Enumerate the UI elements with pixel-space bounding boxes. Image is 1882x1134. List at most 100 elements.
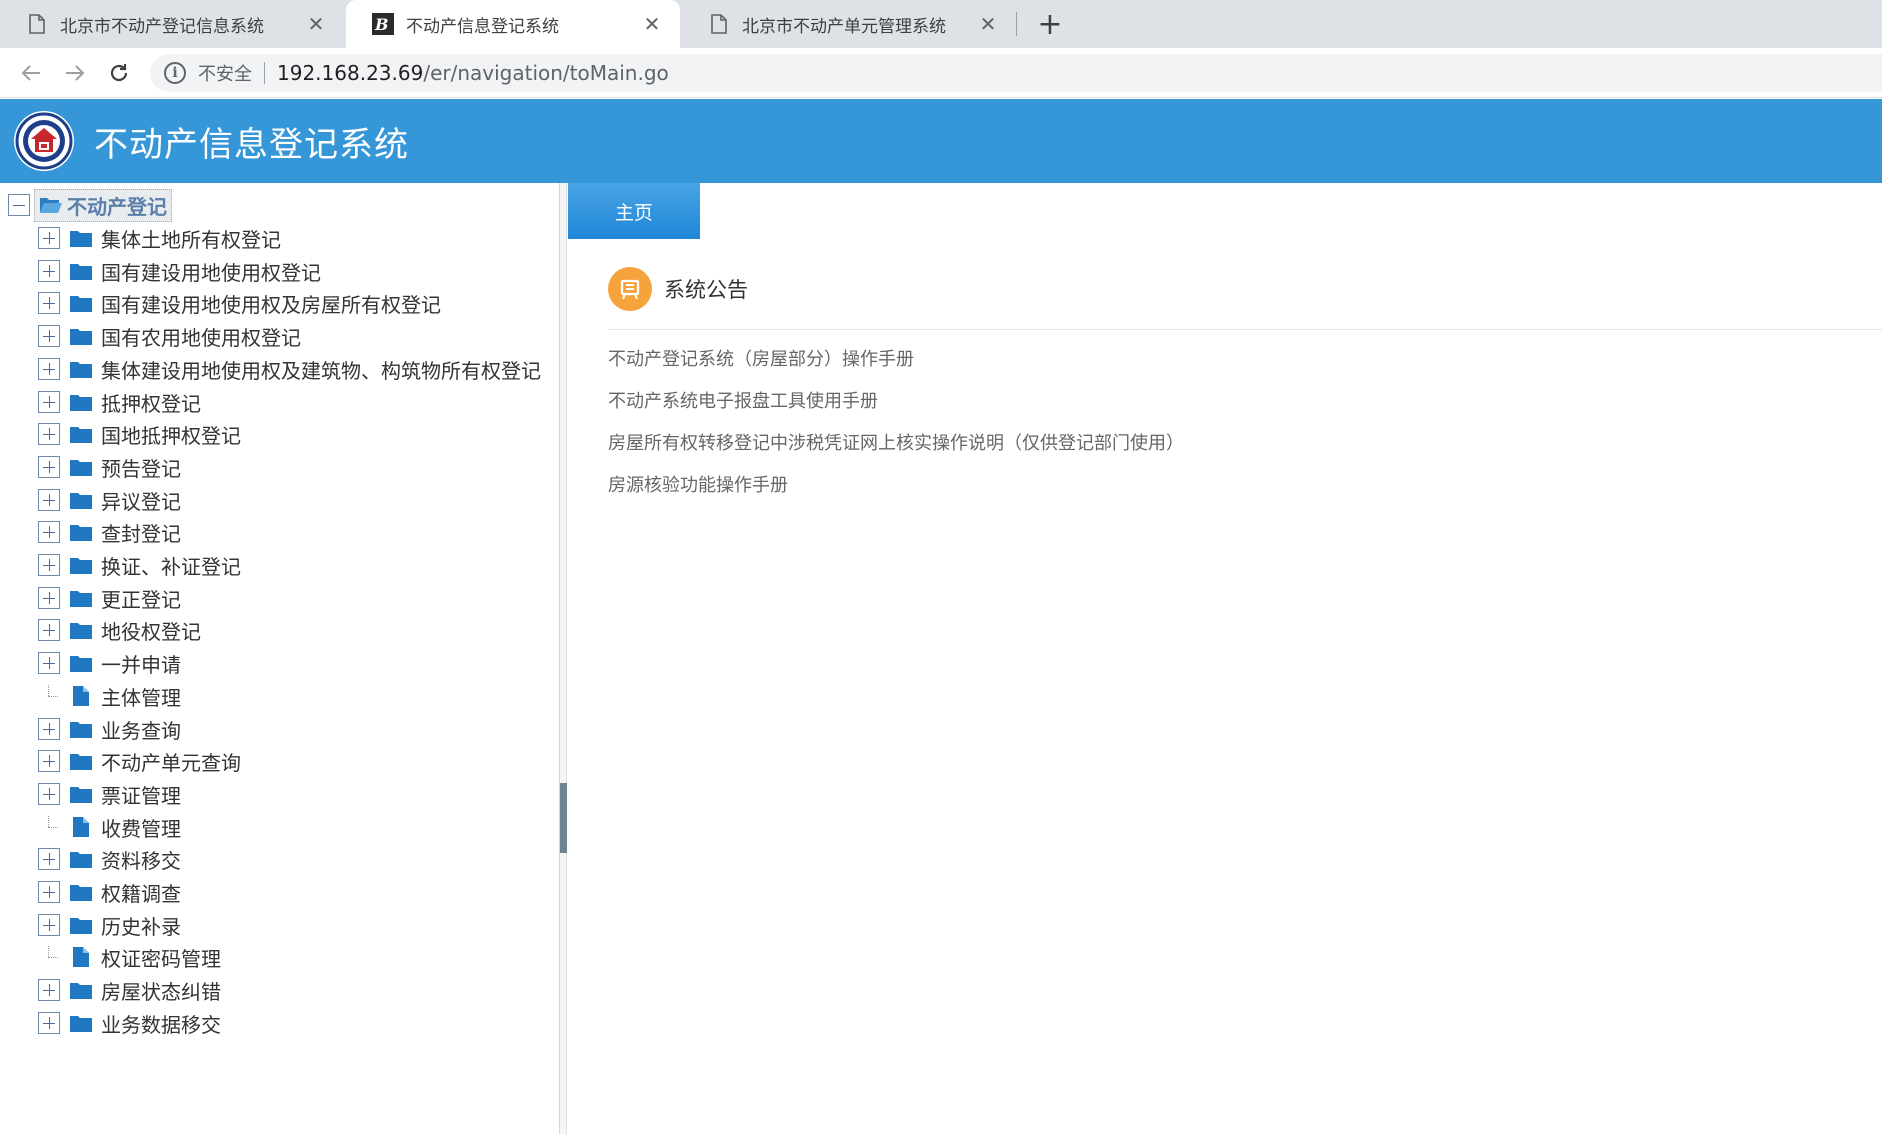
tree-item[interactable]: 房屋状态纠错 [38,975,221,1005]
tree-item-label[interactable]: 权籍调查 [101,878,181,907]
tree-item[interactable]: 收费管理 [38,812,181,842]
tree-item-label[interactable]: 国有建设用地使用权登记 [101,257,321,286]
tree-item[interactable]: 历史补录 [38,910,181,940]
tree-item-label[interactable]: 更正登记 [101,584,181,613]
tree-item[interactable]: 查封登记 [38,517,181,547]
tree-item[interactable]: 国有建设用地使用权登记 [38,256,321,286]
tree-item-label[interactable]: 换证、补证登记 [101,551,241,580]
tree-item[interactable]: 更正登记 [38,583,181,613]
address-bar[interactable]: i 不安全 192.168.23.69 /er/navigation/toMai… [150,54,1882,92]
tree-item-label[interactable]: 不动产单元查询 [101,747,241,776]
tree-item-label[interactable]: 国有农用地使用权登记 [101,322,301,351]
expand-toggle-icon[interactable] [38,521,60,543]
tree-item[interactable]: 异议登记 [38,485,181,515]
tree-item-label[interactable]: 国地抵押权登记 [101,420,241,449]
url-path[interactable]: /er/navigation/toMain.go [423,61,668,85]
tree-item-label[interactable]: 业务数据移交 [101,1009,221,1038]
tree-item-label[interactable]: 一并申请 [101,649,181,678]
tab-home[interactable]: 主页 [568,183,700,239]
notice-link[interactable]: 不动产系统电子报盘工具使用手册 [608,387,878,413]
tree-item[interactable]: 预告登记 [38,452,181,482]
expand-toggle-icon[interactable] [38,979,60,1001]
panel-splitter[interactable] [560,183,567,1134]
tree-item-label[interactable]: 资料移交 [101,845,181,874]
expand-toggle-icon[interactable] [38,325,60,347]
tree-item-label[interactable]: 票证管理 [101,780,181,809]
tree-item-label[interactable]: 国有建设用地使用权及房屋所有权登记 [101,289,441,318]
tree-item[interactable]: 业务数据移交 [38,1008,221,1038]
tree-item[interactable]: 权证密码管理 [38,942,221,972]
tree-item-label[interactable]: 地役权登记 [101,616,201,645]
expand-toggle-icon[interactable] [38,848,60,870]
close-tab-icon[interactable]: ✕ [640,12,664,36]
info-icon[interactable]: i [164,62,186,84]
expand-toggle-icon[interactable] [38,391,60,413]
site-favicon-icon: B [372,13,394,35]
tree-item[interactable]: 票证管理 [38,779,181,809]
tree-item[interactable]: 业务查询 [38,714,181,744]
tree-item[interactable]: 地役权登记 [38,615,201,645]
tree-item[interactable]: 国有建设用地使用权及房屋所有权登记 [38,288,441,318]
tree-root[interactable]: 不动产登记 [8,188,172,222]
splitter-collapse-handle[interactable] [560,783,567,853]
tree-item-label[interactable]: 收费管理 [101,813,181,842]
tree-item[interactable]: 抵押权登记 [38,387,201,417]
tree-item-label[interactable]: 业务查询 [101,715,181,744]
tree-item[interactable]: 集体土地所有权登记 [38,223,281,253]
expand-toggle-icon[interactable] [38,227,60,249]
expand-toggle-icon[interactable] [38,881,60,903]
expand-toggle-icon[interactable] [38,292,60,314]
notice-link[interactable]: 房源核验功能操作手册 [608,471,788,497]
notice-link[interactable]: 房屋所有权转移登记中涉税凭证网上核实操作说明（仅供登记部门使用） [608,429,1184,455]
expand-toggle-icon[interactable] [38,358,60,380]
expand-toggle-icon[interactable] [38,554,60,576]
expand-toggle-icon[interactable] [38,783,60,805]
tree-item-label[interactable]: 集体土地所有权登记 [101,224,281,253]
tree-item-label[interactable]: 预告登记 [101,453,181,482]
expand-toggle-icon[interactable] [38,718,60,740]
collapse-toggle-icon[interactable] [8,194,30,216]
tree-item[interactable]: 国有农用地使用权登记 [38,321,301,351]
expand-toggle-icon[interactable] [38,1012,60,1034]
tree-item[interactable]: 主体管理 [38,681,181,711]
expand-toggle-icon[interactable] [38,489,60,511]
tree-item[interactable]: 换证、补证登记 [38,550,241,580]
tree-item[interactable]: 资料移交 [38,844,181,874]
tree-item-label[interactable]: 异议登记 [101,486,181,515]
tree-item[interactable]: 一并申请 [38,648,181,678]
close-tab-icon[interactable]: ✕ [976,12,1000,36]
new-tab-button[interactable]: + [1030,4,1070,44]
browser-tab-3[interactable]: 北京市不动产单元管理系统 ✕ [682,0,1016,48]
expand-toggle-icon[interactable] [38,260,60,282]
tree-root-node[interactable]: 不动产登记 [34,188,172,222]
tree-item-label[interactable]: 抵押权登记 [101,388,201,417]
notice-link[interactable]: 不动产登记系统（房屋部分）操作手册 [608,345,914,371]
expand-toggle-icon[interactable] [38,750,60,772]
back-button[interactable] [14,56,48,90]
tree-item-label[interactable]: 历史补录 [101,911,181,940]
forward-button[interactable] [58,56,92,90]
folder-icon [70,588,92,608]
browser-tab-1[interactable]: 北京市不动产登记信息系统 ✕ [0,0,344,48]
expand-toggle-icon[interactable] [38,587,60,609]
close-tab-icon[interactable]: ✕ [304,12,328,36]
tree-item-label[interactable]: 房屋状态纠错 [101,976,221,1005]
tree-item[interactable]: 权籍调查 [38,877,181,907]
tree-item-label[interactable]: 查封登记 [101,518,181,547]
expand-toggle-icon[interactable] [38,456,60,478]
expand-toggle-icon[interactable] [38,619,60,641]
url-host[interactable]: 192.168.23.69 [277,61,423,85]
expand-toggle-icon[interactable] [38,652,60,674]
tree-item-label[interactable]: 主体管理 [101,682,181,711]
tree-item[interactable]: 集体建设用地使用权及建筑物、构筑物所有权登记 [38,354,541,384]
reload-button[interactable] [102,56,136,90]
tree-item-label[interactable]: 权证密码管理 [101,943,221,972]
tree-item-label[interactable]: 集体建设用地使用权及建筑物、构筑物所有权登记 [101,355,541,384]
expand-toggle-icon[interactable] [38,914,60,936]
tree-item[interactable]: 不动产单元查询 [38,746,241,776]
expand-toggle-icon[interactable] [38,423,60,445]
security-label[interactable]: 不安全 [198,60,252,86]
notice-header: 系统公告 [608,267,748,311]
browser-tab-2[interactable]: B 不动产信息登记系统 ✕ [346,0,680,48]
tree-item[interactable]: 国地抵押权登记 [38,419,241,449]
